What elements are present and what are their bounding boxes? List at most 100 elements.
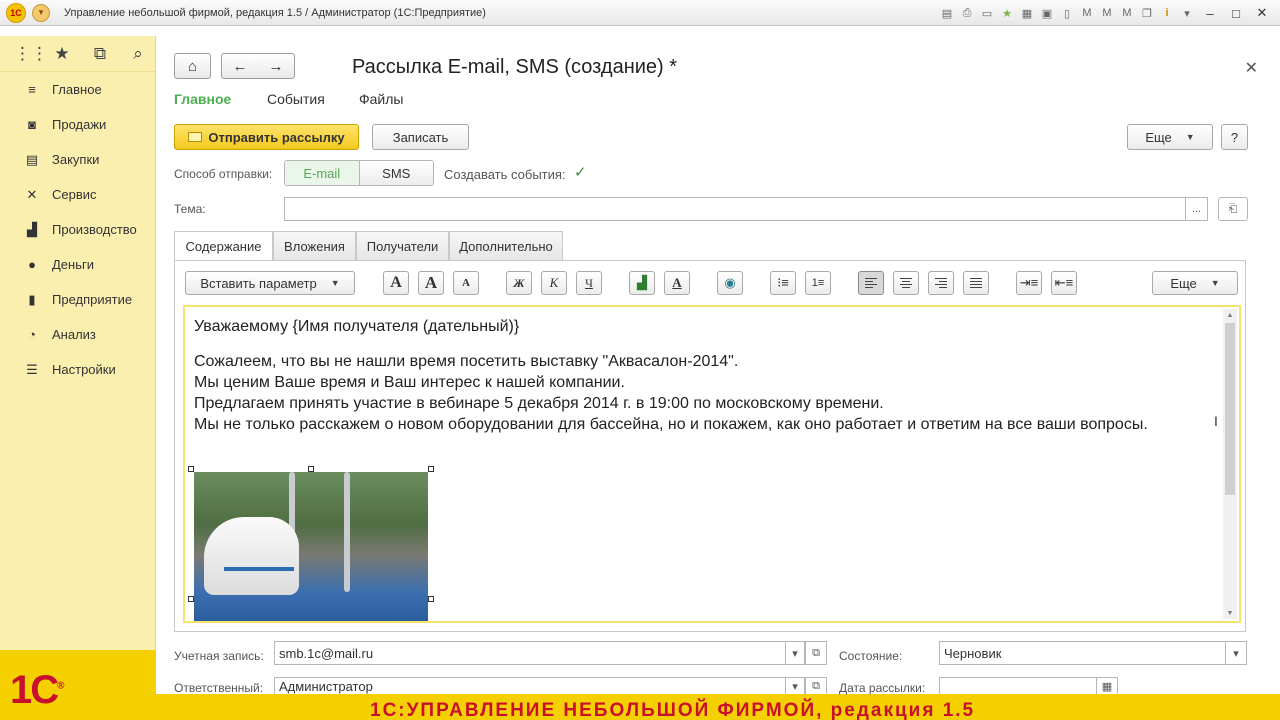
sidebar-item-purchases[interactable]: ▤ Закупки [0, 142, 155, 177]
chevron-down-icon[interactable]: ▾ [1178, 4, 1196, 22]
align-left-icon[interactable] [858, 271, 884, 295]
align-center-icon[interactable] [893, 271, 919, 295]
pool-equipment-image[interactable] [194, 472, 428, 621]
menu-icon: ≡ [28, 82, 36, 97]
subject-select-button[interactable]: ... [1185, 197, 1208, 221]
align-justify-icon[interactable] [963, 271, 989, 295]
save-icon[interactable]: ▤ [938, 4, 956, 22]
section-tab-main[interactable]: Главное [174, 91, 231, 107]
message-text[interactable]: Уважаемому {Имя получателя (дательный)} … [194, 316, 1204, 435]
section-tab-files[interactable]: Файлы [359, 91, 403, 107]
italic-icon[interactable]: К [541, 271, 567, 295]
editor-more-button[interactable]: Еще ▼ [1152, 271, 1238, 295]
indent-decrease-icon[interactable]: ⇤≡ [1051, 271, 1077, 295]
minimize-button[interactable]: – [1198, 3, 1222, 23]
more-button[interactable]: Еще ▼ [1127, 124, 1213, 150]
sidebar-item-settings[interactable]: ☰ Настройки [0, 352, 155, 387]
text-color-icon[interactable]: A [664, 271, 690, 295]
subject-template-button[interactable]: ⎗ [1218, 197, 1248, 221]
date-input[interactable] [939, 677, 1097, 694]
numbered-list-icon[interactable]: 1≡ [805, 271, 831, 295]
account-dropdown-icon[interactable]: ▾ [785, 641, 805, 665]
section-tab-events[interactable]: События [267, 91, 325, 107]
align-right-icon[interactable] [928, 271, 954, 295]
more-label: Еще [1145, 129, 1172, 145]
calendar-icon[interactable]: ▦ [1096, 677, 1118, 694]
create-events-checkbox[interactable]: ✓ [574, 165, 590, 181]
memory-mminus-icon[interactable]: M [1118, 4, 1136, 22]
back-arrow-icon[interactable]: ← [233, 58, 248, 75]
state-select[interactable]: Черновик [939, 641, 1226, 665]
sidebar-item-sales[interactable]: ◙ Продажи [0, 107, 155, 142]
font-increase-icon[interactable]: A [418, 271, 444, 295]
bulleted-list-icon[interactable]: ⁝≡ [770, 271, 796, 295]
responsible-open-icon[interactable]: ⧉ [805, 677, 827, 694]
sidebar-item-main[interactable]: ≡ Главное [0, 72, 155, 107]
brand-logo-text: 1С [10, 668, 59, 712]
memory-m-icon[interactable]: M [1078, 4, 1096, 22]
greeting-line: Уважаемому {Имя получателя (дательный)} [194, 318, 520, 335]
memory-mplus-icon[interactable]: M [1098, 4, 1116, 22]
calculator-icon[interactable]: ▣ [1038, 4, 1056, 22]
scroll-up-icon[interactable]: ▲ [1223, 309, 1237, 321]
method-sms-option[interactable]: SMS [359, 161, 433, 185]
history-nav: ← → [221, 53, 295, 79]
close-form-icon[interactable]: ✕ [1245, 58, 1258, 78]
sidebar-item-money[interactable]: ● Деньги [0, 247, 155, 282]
background-color-icon[interactable]: ▟ [629, 271, 655, 295]
account-open-icon[interactable]: ⧉ [805, 641, 827, 665]
tab-attachments[interactable]: Вложения [273, 231, 356, 260]
scroll-down-icon[interactable]: ▼ [1223, 607, 1237, 619]
tab-additional[interactable]: Дополнительно [449, 231, 563, 260]
sidebar-item-enterprise[interactable]: ▮ Предприятие [0, 282, 155, 317]
message-editor[interactable]: Уважаемому {Имя получателя (дательный)} … [183, 305, 1241, 623]
editor-scrollbar[interactable]: ▲ ▼ [1223, 309, 1237, 619]
scrollbar-thumb[interactable] [1225, 323, 1235, 495]
tab-content[interactable]: Содержание [174, 231, 273, 261]
responsible-dropdown-icon[interactable]: ▾ [785, 677, 805, 694]
send-mailing-button[interactable]: Отправить рассылку [174, 124, 359, 150]
window-icon[interactable]: ❐ [1138, 4, 1156, 22]
close-window-button[interactable]: ✕ [1250, 3, 1274, 23]
doc-icon[interactable]: ▯ [1058, 4, 1076, 22]
bold-icon[interactable]: Ж [506, 271, 532, 295]
resize-handle[interactable] [428, 596, 434, 602]
indent-increase-icon[interactable]: ⇥≡ [1016, 271, 1042, 295]
method-email-option[interactable]: E-mail [285, 161, 360, 185]
resize-handle[interactable] [428, 466, 434, 472]
print-icon[interactable]: ⎙ [958, 4, 976, 22]
apps-grid-icon[interactable]: ⋮⋮ [14, 44, 48, 64]
resize-handle[interactable] [188, 466, 194, 472]
info-icon[interactable]: i [1158, 4, 1176, 22]
state-dropdown-icon[interactable]: ▾ [1225, 641, 1247, 665]
responsible-input[interactable]: Администратор [274, 677, 786, 694]
template-icon: ⎗ [1228, 202, 1238, 215]
help-button[interactable]: ? [1221, 124, 1248, 150]
insert-parameter-button[interactable]: Вставить параметр ▼ [185, 271, 355, 295]
font-icon[interactable]: A [383, 271, 409, 295]
search-icon[interactable]: ⌕ [128, 44, 148, 64]
favorite-icon[interactable]: ★ [998, 4, 1016, 22]
underline-icon[interactable]: Ч [576, 271, 602, 295]
account-input[interactable]: smb.1c@mail.ru [274, 641, 786, 665]
sidebar-item-production[interactable]: ▟ Производство [0, 212, 155, 247]
date-label: Дата рассылки: [839, 681, 926, 695]
font-decrease-icon[interactable]: A [453, 271, 479, 295]
save-button[interactable]: Записать [372, 124, 469, 150]
chevron-down-icon: ▼ [330, 278, 340, 288]
resize-handle[interactable] [188, 596, 194, 602]
calendar-icon[interactable]: ▦ [1018, 4, 1036, 22]
resize-handle[interactable] [308, 466, 314, 472]
maximize-button[interactable]: □ [1224, 3, 1248, 23]
subject-input[interactable] [284, 197, 1186, 221]
insert-image-icon[interactable]: ◉ [717, 271, 743, 295]
main-menu-icon[interactable]: ▾ [32, 3, 50, 22]
sidebar-item-service[interactable]: ✕ Сервис [0, 177, 155, 212]
forward-arrow-icon[interactable]: → [269, 58, 284, 75]
sidebar-item-analysis[interactable]: ◔ Анализ [0, 317, 155, 352]
history-icon[interactable]: ⧉ [90, 44, 110, 64]
preview-icon[interactable]: ▭ [978, 4, 996, 22]
tab-recipients[interactable]: Получатели [356, 231, 449, 260]
favorites-star-icon[interactable]: ★ [52, 44, 72, 64]
home-button[interactable]: ⌂ [174, 53, 211, 79]
